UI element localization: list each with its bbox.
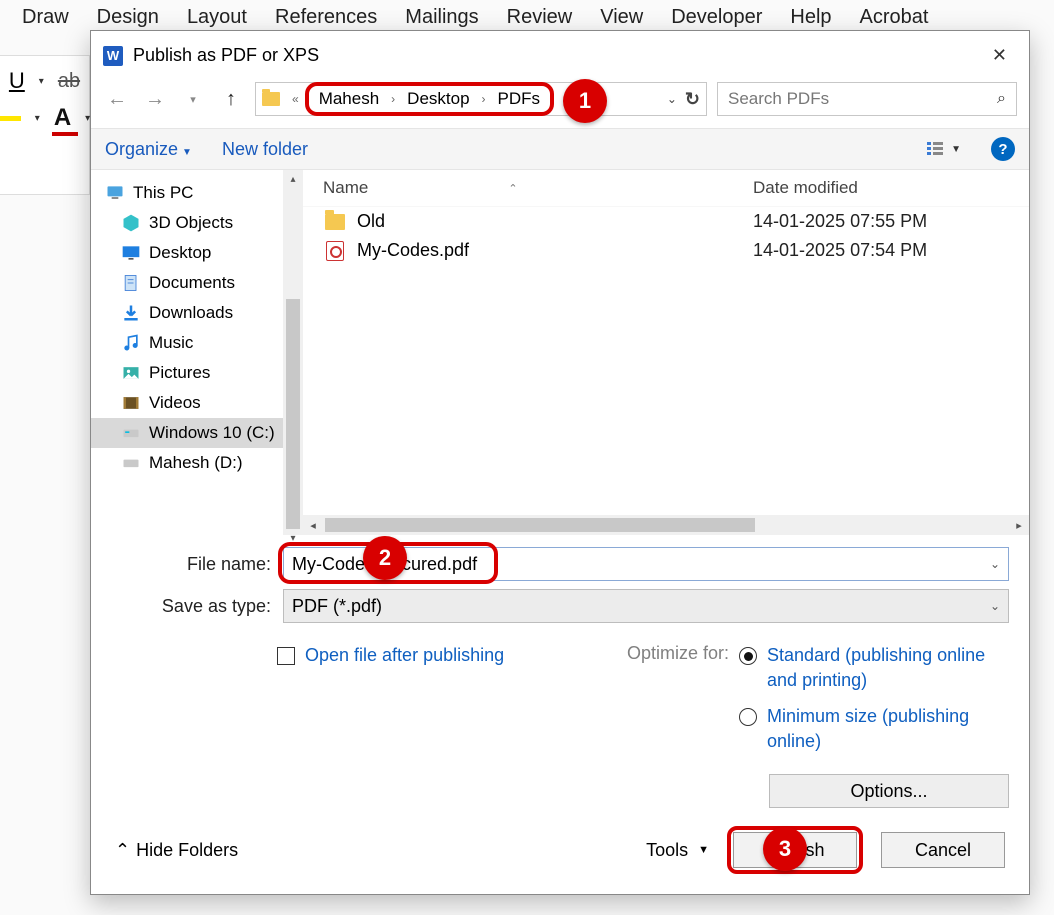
save-form: File name: My-Codes-Secured.pdf ⌄ Save a… <box>91 535 1029 635</box>
folder-icon <box>262 92 280 106</box>
chevron-down-icon[interactable]: ⌄ <box>990 557 1000 571</box>
open-after-checkbox[interactable]: Open file after publishing <box>277 643 504 668</box>
savetype-label: Save as type: <box>111 596 283 617</box>
publish-options: Open file after publishing Optimize for:… <box>91 635 1029 808</box>
pc-icon <box>105 183 125 203</box>
savetype-select[interactable]: PDF (*.pdf) ⌄ <box>283 589 1009 623</box>
documents-icon <box>121 273 141 293</box>
callout-1-highlight: Mahesh › Desktop › PDFs <box>305 82 554 116</box>
optimize-standard-radio[interactable]: Standard (publishing online and printing… <box>739 643 1009 693</box>
search-placeholder: Search PDFs <box>728 89 829 109</box>
search-input[interactable]: Search PDFs ⌕ <box>717 82 1017 116</box>
chevron-up-icon: ⌃ <box>115 840 130 861</box>
callout-3: 3 <box>763 827 807 871</box>
col-date[interactable]: Date modified <box>753 178 1017 198</box>
crumb-pdfs[interactable]: PDFs <box>492 87 547 111</box>
download-icon <box>121 303 141 323</box>
checkbox-icon <box>277 647 295 665</box>
forward-button[interactable]: → <box>141 85 169 113</box>
tree-desktop[interactable]: Desktop <box>91 238 303 268</box>
tree-documents[interactable]: Documents <box>91 268 303 298</box>
tab-draw[interactable]: Draw <box>22 6 69 29</box>
tree-this-pc[interactable]: This PC <box>91 178 303 208</box>
refresh-button[interactable]: ↻ <box>685 89 700 110</box>
tree-videos[interactable]: Videos <box>91 388 303 418</box>
file-row-pdf[interactable]: My-Codes.pdf 14-01-2025 07:54 PM <box>303 236 1029 265</box>
filename-label: File name: <box>111 554 283 575</box>
tab-review[interactable]: Review <box>507 6 573 29</box>
ribbon-font-fragment: U▾ ab ▾ A▾ <box>0 55 90 195</box>
up-button[interactable]: ↑ <box>217 85 245 113</box>
tree-music[interactable]: Music <box>91 328 303 358</box>
tab-mailings[interactable]: Mailings <box>405 6 478 29</box>
address-bar[interactable]: « Mahesh › Desktop › PDFs ⌄ ↻ <box>255 82 707 116</box>
tab-view[interactable]: View <box>600 6 643 29</box>
desktop-icon <box>121 243 141 263</box>
tab-references[interactable]: References <box>275 6 377 29</box>
new-folder-button[interactable]: New folder <box>222 139 308 160</box>
toolbar: Organize▼ New folder ▼ ? <box>91 128 1029 170</box>
view-mode-button[interactable]: ▼ <box>925 139 961 159</box>
pdf-icon <box>326 241 344 261</box>
col-name[interactable]: Name <box>323 178 368 198</box>
publish-dialog: W Publish as PDF or XPS ✕ ← → ▾ ↑ « Mahe… <box>90 30 1030 895</box>
titlebar: W Publish as PDF or XPS ✕ <box>91 31 1029 78</box>
tab-design[interactable]: Design <box>97 6 159 29</box>
tree-mahesh-d[interactable]: Mahesh (D:) <box>91 448 303 478</box>
optimize-label: Optimize for: <box>627 643 729 664</box>
tab-developer[interactable]: Developer <box>671 6 762 29</box>
pictures-icon <box>121 363 141 383</box>
tab-help[interactable]: Help <box>790 6 831 29</box>
tree-3d-objects[interactable]: 3D Objects <box>91 208 303 238</box>
optimize-minimum-radio[interactable]: Minimum size (publishing online) <box>739 704 1009 754</box>
column-headers: Name ⌃ Date modified <box>303 170 1029 207</box>
dialog-title: Publish as PDF or XPS <box>133 45 974 66</box>
cube-icon <box>121 213 141 233</box>
chevron-down-icon[interactable]: ⌄ <box>990 599 1000 613</box>
chevron-down-icon: ▼ <box>698 844 709 856</box>
dialog-footer: ⌃ Hide Folders Tools ▼ Publish Cancel <box>91 808 1029 894</box>
radio-icon <box>739 647 757 665</box>
tab-acrobat[interactable]: Acrobat <box>860 6 929 29</box>
music-icon <box>121 333 141 353</box>
file-row-folder[interactable]: Old 14-01-2025 07:55 PM <box>303 207 1029 236</box>
word-icon: W <box>103 46 123 66</box>
strikethrough-button[interactable]: ab <box>58 70 80 93</box>
drive-icon <box>121 453 141 473</box>
cancel-button[interactable]: Cancel <box>881 832 1005 868</box>
sidebar-scrollbar[interactable]: ▴ ▾ <box>283 170 303 535</box>
callout-1: 1 <box>563 79 607 123</box>
crumb-mahesh[interactable]: Mahesh <box>313 87 385 111</box>
drive-icon <box>121 423 141 443</box>
help-button[interactable]: ? <box>991 137 1015 161</box>
search-icon: ⌕ <box>997 90 1006 108</box>
tree-windows-c[interactable]: Windows 10 (C:) <box>91 418 303 448</box>
file-list: Name ⌃ Date modified Old 14-01-2025 07:5… <box>303 170 1029 535</box>
tab-layout[interactable]: Layout <box>187 6 247 29</box>
font-color-button[interactable]: A <box>54 104 71 132</box>
address-dropdown[interactable]: ⌄ <box>667 92 677 106</box>
organize-menu[interactable]: Organize▼ <box>105 139 192 160</box>
sort-indicator-icon: ⌃ <box>508 182 517 195</box>
radio-icon <box>739 708 757 726</box>
highlight-button[interactable] <box>0 116 21 121</box>
folder-tree: This PC 3D Objects Desktop Documents Dow… <box>91 170 303 535</box>
navigation-row: ← → ▾ ↑ « Mahesh › Desktop › PDFs ⌄ ↻ Se… <box>91 78 1029 128</box>
back-button[interactable]: ← <box>103 85 131 113</box>
callout-2: 2 <box>363 536 407 580</box>
folder-icon <box>325 214 345 230</box>
hide-folders-button[interactable]: ⌃ Hide Folders <box>115 840 238 861</box>
recent-dropdown[interactable]: ▾ <box>179 85 207 113</box>
close-button[interactable]: ✕ <box>984 41 1015 70</box>
chevron-icon: « <box>286 92 305 106</box>
underline-button[interactable]: U <box>9 68 25 94</box>
crumb-desktop[interactable]: Desktop <box>401 87 475 111</box>
file-list-hscroll[interactable]: ◂ ▸ <box>303 515 1029 535</box>
options-button[interactable]: Options... <box>769 774 1009 808</box>
videos-icon <box>121 393 141 413</box>
tree-downloads[interactable]: Downloads <box>91 298 303 328</box>
tree-pictures[interactable]: Pictures <box>91 358 303 388</box>
tools-menu[interactable]: Tools ▼ <box>646 840 709 861</box>
